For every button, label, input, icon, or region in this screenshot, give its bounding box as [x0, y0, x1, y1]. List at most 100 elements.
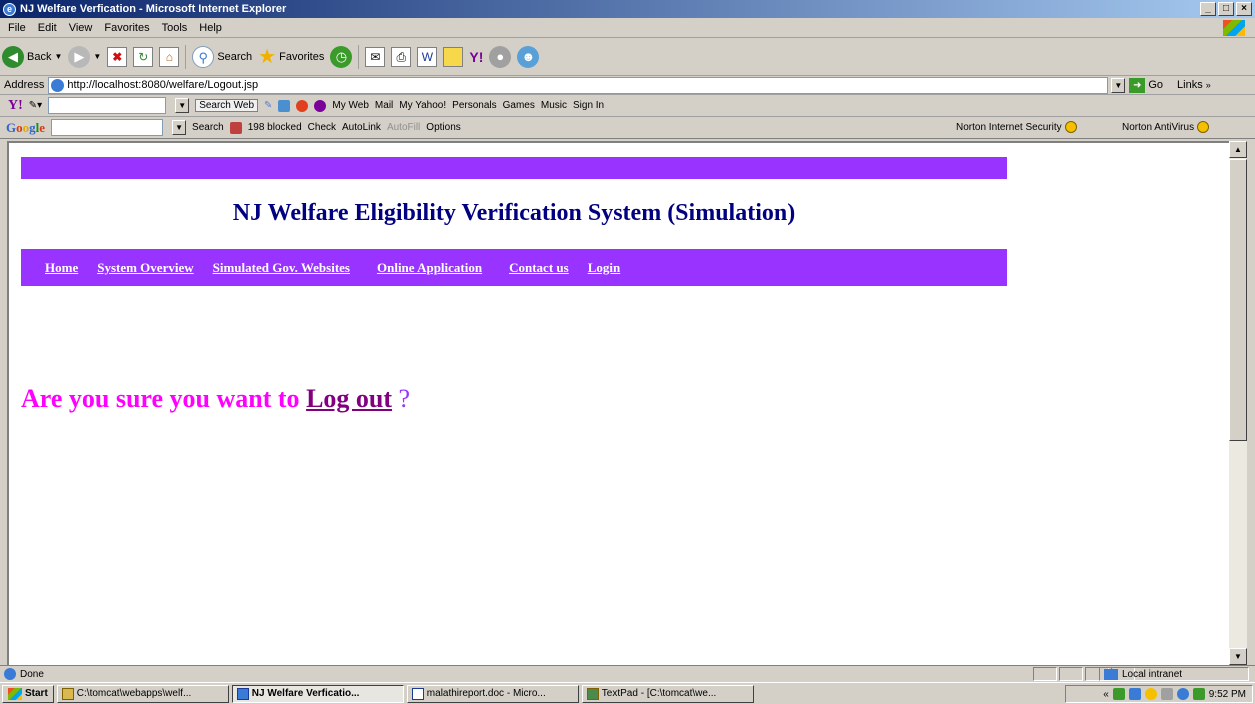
my-web-button[interactable]: My Web [332, 100, 369, 111]
intranet-icon [1104, 668, 1118, 680]
chevron-down-icon: ▼ [93, 52, 102, 61]
links-button[interactable]: Links [1177, 79, 1203, 91]
task-word-document[interactable]: malathireport.doc - Micro... [406, 684, 579, 703]
page-viewport: NJ Welfare Eligibility Verification Syst… [7, 141, 1229, 696]
note-icon[interactable] [443, 46, 464, 67]
spellcheck-button[interactable]: Check [308, 122, 336, 133]
music-button[interactable]: Music [541, 100, 567, 111]
nav-online-application[interactable]: Online Application [377, 260, 482, 276]
network-icon[interactable] [1112, 688, 1125, 700]
messenger-people-icon[interactable]: ☻ [517, 45, 540, 68]
security-tray-icon[interactable] [1176, 688, 1189, 700]
norton-antivirus-button[interactable]: Norton AntiVirus [1122, 121, 1210, 133]
menu-tools[interactable]: Tools [156, 22, 194, 34]
popup-blocked-counter[interactable]: 198 blocked [248, 122, 302, 133]
sign-in-button[interactable]: Sign In [573, 100, 604, 111]
highlight-icon[interactable]: ✎ [264, 100, 272, 111]
autofill-button[interactable]: AutoFill [387, 122, 420, 133]
address-dropdown-button[interactable]: ▼ [1111, 77, 1126, 93]
nav-contact-us[interactable]: Contact us [509, 260, 569, 276]
yahoo-search-input[interactable] [48, 97, 167, 114]
google-logo-icon[interactable]: Google [6, 120, 45, 136]
word-icon [411, 687, 424, 700]
print-icon[interactable]: ⎙ [391, 46, 412, 67]
status-pane [1033, 667, 1057, 681]
scroll-down-button[interactable]: ▼ [1229, 648, 1247, 665]
options-button[interactable]: Options [426, 122, 460, 133]
norton-icon [1064, 121, 1077, 133]
nav-home[interactable]: Home [45, 260, 78, 276]
yahoo-search-dropdown[interactable]: ▼ [175, 98, 190, 113]
menu-favorites[interactable]: Favorites [98, 22, 155, 34]
task-ie-window[interactable]: NJ Welfare Verficatio... [231, 684, 404, 703]
norton-tray-icon[interactable] [1144, 688, 1157, 700]
antivirus-icon [1197, 121, 1210, 133]
maximize-button[interactable]: □ [1218, 2, 1234, 16]
antispy-icon[interactable] [314, 99, 327, 112]
go-button[interactable]: ➜ Go [1129, 77, 1163, 93]
volume-icon[interactable] [1160, 688, 1173, 700]
google-toolbar: Google ▼ Search 198 blocked Check AutoLi… [0, 117, 1255, 139]
google-search-button[interactable]: Search [192, 122, 224, 133]
mail-icon[interactable]: ✉ [365, 46, 386, 67]
flag-icon[interactable] [296, 99, 309, 112]
vertical-scrollbar[interactable]: ▲ ▼ [1229, 141, 1247, 695]
norton-security-button[interactable]: Norton Internet Security [956, 121, 1077, 133]
window-title-bar[interactable]: e NJ Welfare Verfication - Microsoft Int… [0, 0, 1255, 18]
status-bar: Done Local intranet [0, 665, 1255, 682]
window-controls: _ □ × [1200, 2, 1252, 16]
messenger-icon[interactable] [1128, 688, 1141, 700]
page-icon [51, 78, 65, 92]
favorites-button[interactable]: ★ Favorites [258, 44, 324, 69]
mail-button[interactable]: Mail [375, 100, 393, 111]
search-button[interactable]: ⚲ Search [192, 45, 252, 68]
menu-help[interactable]: Help [193, 22, 228, 34]
menu-edit[interactable]: Edit [32, 22, 63, 34]
scroll-up-button[interactable]: ▲ [1229, 141, 1247, 158]
personals-button[interactable]: Personals [452, 100, 496, 111]
autolink-button[interactable]: AutoLink [342, 122, 381, 133]
yahoo-logo-icon[interactable]: Y! [8, 98, 23, 114]
google-search-dropdown[interactable]: ▼ [172, 120, 187, 135]
forward-button[interactable]: ▶ ▼ [68, 45, 102, 68]
chat-icon[interactable]: ● [489, 45, 512, 68]
chevron-left-icon[interactable]: « [1103, 689, 1109, 700]
nav-system-overview[interactable]: System Overview [97, 260, 193, 276]
stop-icon[interactable]: ✖ [107, 46, 128, 67]
clock: 9:52 PM [1208, 688, 1246, 700]
address-input[interactable]: http://localhost:8080/welfare/Logout.jsp [48, 76, 1109, 94]
page-status-icon [4, 668, 16, 680]
refresh-icon[interactable]: ↻ [133, 46, 154, 67]
start-button[interactable]: Start [2, 684, 54, 703]
signal-icon[interactable] [1192, 688, 1205, 700]
task-textpad[interactable]: TextPad - [C:\tomcat\we... [581, 684, 754, 703]
games-button[interactable]: Games [503, 100, 535, 111]
yahoo-messenger-icon[interactable]: Y! [469, 49, 483, 65]
word-icon[interactable]: W [417, 46, 438, 67]
menu-file[interactable]: File [2, 22, 32, 34]
scroll-thumb[interactable] [1229, 159, 1247, 441]
pencil-icon[interactable]: ✎▾ [29, 100, 42, 111]
status-text: Done [20, 668, 44, 680]
minimize-button[interactable]: _ [1200, 2, 1216, 16]
address-url: http://localhost:8080/welfare/Logout.jsp [67, 79, 259, 91]
separator [358, 44, 360, 69]
home-icon[interactable]: ⌂ [159, 46, 180, 67]
nav-login[interactable]: Login [588, 260, 621, 276]
my-yahoo-button[interactable]: My Yahoo! [399, 100, 446, 111]
search-web-button[interactable]: Search Web [195, 99, 259, 112]
logout-link[interactable]: Log out [306, 384, 392, 413]
bookmarks-icon[interactable] [278, 99, 291, 112]
ie-icon: e [3, 2, 16, 16]
address-bar: Address http://localhost:8080/welfare/Lo… [0, 76, 1255, 95]
security-zone[interactable]: Local intranet [1099, 667, 1249, 681]
menu-view[interactable]: View [63, 22, 99, 34]
google-search-input[interactable] [51, 119, 164, 136]
menu-bar: File Edit View Favorites Tools Help [0, 18, 1255, 38]
close-button[interactable]: × [1236, 2, 1252, 16]
news-icon[interactable] [229, 121, 242, 134]
task-explorer-folder[interactable]: C:\tomcat\webapps\welf... [56, 684, 229, 703]
nav-simulated-gov-websites[interactable]: Simulated Gov. Websites [213, 260, 350, 276]
back-button[interactable]: ◀ Back ▼ [2, 45, 62, 68]
history-icon[interactable]: ◷ [330, 45, 353, 68]
